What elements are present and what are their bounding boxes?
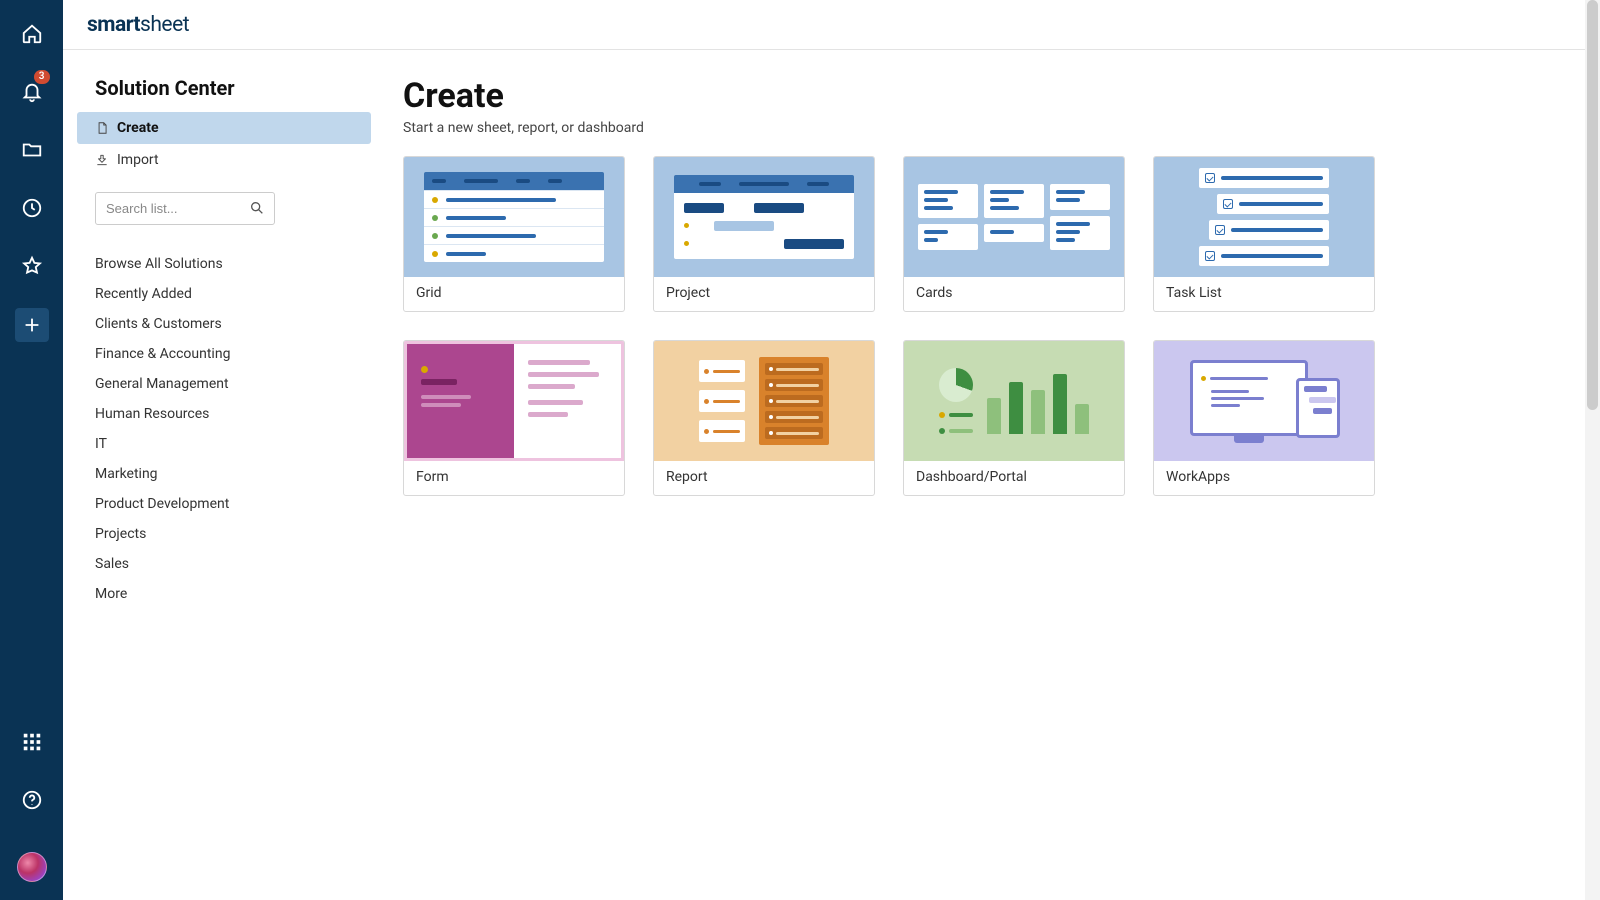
nav-import[interactable]: Import	[77, 144, 371, 176]
cat-clients[interactable]: Clients & Customers	[95, 309, 371, 339]
nav-create[interactable]: Create	[77, 112, 371, 144]
tile-cards[interactable]: Cards	[903, 156, 1125, 312]
tile-dashboard[interactable]: Dashboard/Portal	[903, 340, 1125, 496]
tile-task-list[interactable]: Task List	[1153, 156, 1375, 312]
notifications-icon[interactable]: 3	[12, 72, 52, 112]
home-icon[interactable]	[12, 14, 52, 54]
tile-project[interactable]: Project	[653, 156, 875, 312]
tile-dashboard-label: Dashboard/Portal	[904, 461, 1124, 495]
tile-project-illustration	[654, 157, 874, 277]
search-icon	[249, 200, 265, 216]
apps-icon[interactable]	[12, 722, 52, 762]
page-subtitle: Start a new sheet, report, or dashboard	[403, 120, 1560, 136]
tile-form[interactable]: Form	[403, 340, 625, 496]
tile-dashboard-illustration	[904, 341, 1124, 461]
import-icon	[95, 153, 109, 167]
side-title: Solution Center	[95, 76, 371, 100]
cat-marketing[interactable]: Marketing	[95, 459, 371, 489]
nav-create-label: Create	[117, 120, 159, 136]
search-input[interactable]	[95, 192, 275, 225]
side-nav: Create Import	[77, 112, 371, 176]
tile-task-illustration	[1154, 157, 1374, 277]
cat-product-dev[interactable]: Product Development	[95, 489, 371, 519]
side-panel: Solution Center Create Import Browse All…	[63, 50, 403, 900]
scrollbar[interactable]	[1585, 0, 1600, 900]
recents-icon[interactable]	[12, 188, 52, 228]
tile-workapps-label: WorkApps	[1154, 461, 1374, 495]
cat-it[interactable]: IT	[95, 429, 371, 459]
tile-cards-illustration	[904, 157, 1124, 277]
main: smartsheet Solution Center Create Import	[63, 0, 1600, 900]
tile-cards-label: Cards	[904, 277, 1124, 311]
tile-grid-label: Grid	[404, 277, 624, 311]
cat-hr[interactable]: Human Resources	[95, 399, 371, 429]
tile-grid[interactable]: Grid	[403, 156, 625, 312]
tile-report-label: Report	[654, 461, 874, 495]
tile-form-label: Form	[404, 461, 624, 495]
tile-workapps-illustration	[1154, 341, 1374, 461]
folder-icon[interactable]	[12, 130, 52, 170]
help-icon[interactable]	[12, 780, 52, 820]
brand-bar: smartsheet	[63, 0, 1600, 50]
tile-report-illustration	[654, 341, 874, 461]
favorites-icon[interactable]	[12, 246, 52, 286]
nav-import-label: Import	[117, 152, 159, 168]
tile-project-label: Project	[654, 277, 874, 311]
create-button[interactable]	[15, 308, 49, 342]
tile-workapps[interactable]: WorkApps	[1153, 340, 1375, 496]
cat-projects[interactable]: Projects	[95, 519, 371, 549]
tile-form-illustration	[404, 341, 624, 461]
cat-browse-all[interactable]: Browse All Solutions	[95, 249, 371, 279]
cat-finance[interactable]: Finance & Accounting	[95, 339, 371, 369]
cat-more[interactable]: More	[95, 579, 371, 609]
cat-general-mgmt[interactable]: General Management	[95, 369, 371, 399]
search-wrap	[95, 192, 371, 225]
avatar[interactable]	[17, 852, 47, 882]
notification-badge: 3	[34, 70, 50, 84]
left-rail: 3	[0, 0, 63, 900]
category-list: Browse All Solutions Recently Added Clie…	[95, 249, 371, 609]
sheet-icon	[95, 121, 109, 135]
tile-task-label: Task List	[1154, 277, 1374, 311]
cat-recently-added[interactable]: Recently Added	[95, 279, 371, 309]
page-title: Create	[403, 76, 1560, 116]
create-area: Create Start a new sheet, report, or das…	[403, 50, 1600, 900]
tile-grid-illustration	[404, 157, 624, 277]
tile-report[interactable]: Report	[653, 340, 875, 496]
tile-grid: Grid	[403, 156, 1403, 496]
brand-logo: smartsheet	[87, 13, 189, 37]
cat-sales[interactable]: Sales	[95, 549, 371, 579]
